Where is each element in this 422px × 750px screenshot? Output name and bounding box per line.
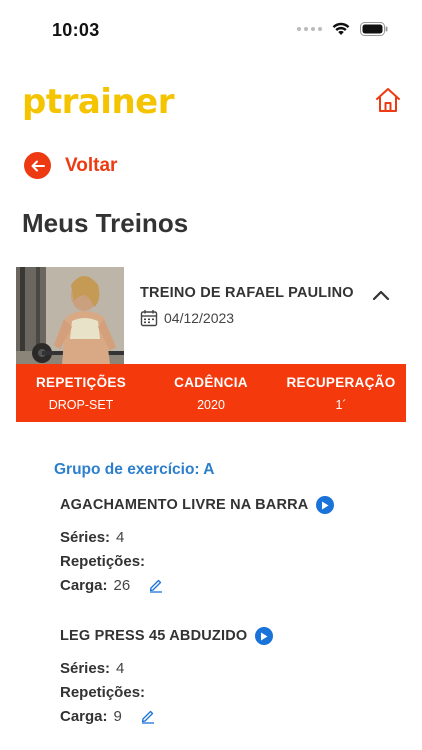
exercise-header: AGACHAMENTO LIVRE NA BARRA <box>60 496 400 514</box>
stat-value: 2020 <box>197 398 225 412</box>
status-time: 10:03 <box>52 20 100 40</box>
back-label: Voltar <box>65 154 118 176</box>
home-icon[interactable] <box>374 86 402 114</box>
exercise-load-row: Carga: 9 <box>60 707 400 725</box>
exercise-item: AGACHAMENTO LIVRE NA BARRA Séries: 4 Rep… <box>60 496 400 594</box>
exercise-group-title: Grupo de exercício: A <box>54 461 215 478</box>
series-value: 4 <box>116 659 125 677</box>
back-button[interactable]: Voltar <box>24 152 117 179</box>
stat-label: CADÊNCIA <box>174 375 248 390</box>
page-title: Meus Treinos <box>22 208 189 238</box>
series-value: 4 <box>116 528 125 546</box>
stat-cadence: CADÊNCIA 2020 <box>146 364 276 422</box>
stat-label: RECUPERAÇÃO <box>286 375 396 390</box>
exercise-reps-row: Repetições: <box>60 552 400 570</box>
workout-photo <box>16 267 124 364</box>
reps-label: Repetições: <box>60 552 146 570</box>
exercise-series-row: Séries: 4 <box>60 659 400 677</box>
exercise-name: LEG PRESS 45 ABDUZIDO <box>60 628 248 644</box>
chevron-up-icon[interactable] <box>370 285 392 307</box>
load-label: Carga: <box>60 707 108 725</box>
exercise-series-row: Séries: 4 <box>60 528 400 546</box>
stat-value: 1´ <box>335 398 347 412</box>
back-arrow-icon <box>24 152 51 179</box>
calendar-icon <box>140 310 158 327</box>
app-header: ptrainer <box>22 82 402 122</box>
exercise-item: LEG PRESS 45 ABDUZIDO Séries: 4 Repetiçõ… <box>60 627 400 725</box>
workout-title: TREINO DE RAFAEL PAULINO <box>140 285 354 301</box>
cellular-signal-icon <box>297 27 322 31</box>
workout-date-text: 04/12/2023 <box>164 310 235 326</box>
edit-pencil-icon[interactable] <box>140 708 156 724</box>
stat-value: DROP-SET <box>48 398 114 412</box>
series-label: Séries: <box>60 528 111 546</box>
stat-label: REPETIÇÕES <box>35 375 127 390</box>
load-label: Carga: <box>60 576 108 594</box>
play-video-icon[interactable] <box>255 627 274 645</box>
reps-label: Repetições: <box>60 683 146 701</box>
exercise-reps-row: Repetições: <box>60 683 400 701</box>
exercise-name: AGACHAMENTO LIVRE NA BARRA <box>60 497 309 513</box>
battery-icon <box>360 22 388 36</box>
play-video-icon[interactable] <box>316 496 335 514</box>
stat-repetitions: REPETIÇÕES DROP-SET <box>16 364 146 422</box>
load-value: 9 <box>113 707 122 725</box>
stat-recovery: RECUPERAÇÃO 1´ <box>276 364 406 422</box>
status-bar: 10:03 <box>0 0 422 60</box>
workout-stats: REPETIÇÕES DROP-SET CADÊNCIA 2020 RECUPE… <box>16 364 406 422</box>
load-value: 26 <box>113 576 131 594</box>
workout-date: 04/12/2023 <box>140 309 234 327</box>
status-icons <box>297 22 388 36</box>
series-label: Séries: <box>60 659 111 677</box>
ptrainer-logo: ptrainer <box>22 82 175 122</box>
exercise-header: LEG PRESS 45 ABDUZIDO <box>60 627 400 645</box>
wifi-icon <box>332 22 350 35</box>
edit-pencil-icon[interactable] <box>148 577 164 593</box>
exercise-load-row: Carga: 26 <box>60 576 400 594</box>
